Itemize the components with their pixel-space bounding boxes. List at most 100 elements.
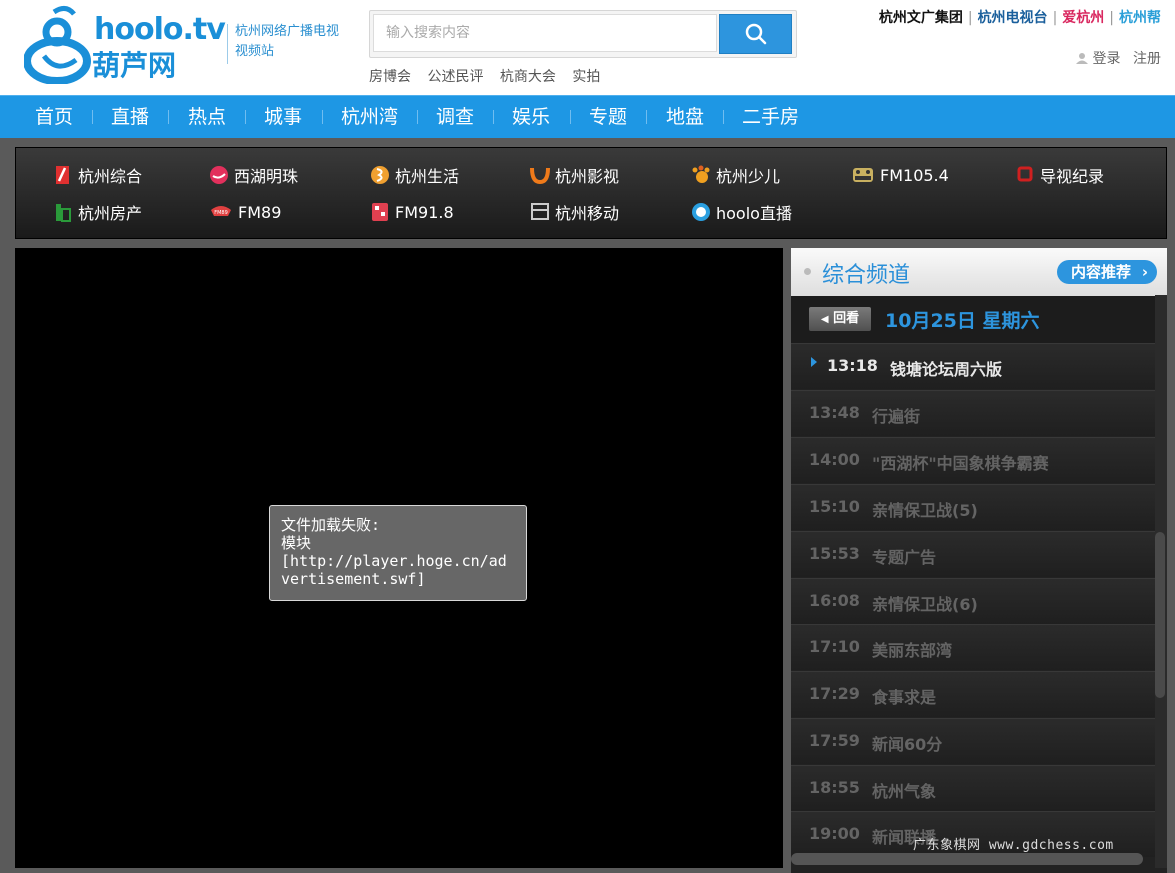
hot-link[interactable]: 公述民评 bbox=[427, 69, 483, 85]
logo-subtitle: 葫芦网 bbox=[92, 49, 177, 82]
hoolo-logo[interactable]: hoolo.tv 葫芦网 bbox=[23, 4, 226, 86]
xihu-logo-icon bbox=[210, 166, 228, 184]
nav-item-territory[interactable]: 地盘 bbox=[666, 96, 704, 139]
program-row[interactable]: 15:10 亲情保卫战(5) bbox=[791, 484, 1155, 530]
channel-label: 西湖明珠 bbox=[234, 167, 299, 186]
channel-shaoer[interactable]: 杭州少儿 bbox=[691, 164, 780, 186]
hot-search-links: 房博会 公述民评 杭商大会 实拍 bbox=[369, 66, 612, 86]
hot-link[interactable]: 房博会 bbox=[369, 69, 411, 85]
recommend-label: 内容推荐 bbox=[1070, 263, 1131, 281]
program-time: 15:10 bbox=[809, 497, 860, 516]
watermark: 广东象棋网 www.gdchess.com bbox=[913, 838, 1114, 853]
program-row[interactable]: 17:59 新闻60分 bbox=[791, 718, 1155, 764]
program-row[interactable]: 17:29 食事求是 bbox=[791, 671, 1155, 717]
channel-fm1054[interactable]: FM105.4 bbox=[851, 164, 949, 186]
program-time: 19:00 bbox=[809, 824, 860, 843]
caret-left-icon: ◀ bbox=[820, 314, 829, 325]
login-link[interactable]: 登录 bbox=[1093, 51, 1121, 67]
channel-shenghuo[interactable]: 杭州生活 bbox=[370, 164, 459, 186]
site-description: 杭州网络广播电视视频站 bbox=[235, 24, 340, 59]
playing-indicator-icon bbox=[811, 357, 817, 367]
auth-links: 登录 注册 bbox=[1076, 48, 1161, 68]
channel-label: FM105.4 bbox=[880, 165, 949, 185]
group-link-hztv[interactable]: 杭州电视台 bbox=[978, 10, 1048, 26]
program-row[interactable]: 17:10 美丽东部湾 bbox=[791, 624, 1155, 670]
nav-divider bbox=[168, 110, 169, 124]
date-row: ◀ 回看 10月25日 星期六 bbox=[791, 296, 1167, 343]
chevron-right-icon: › bbox=[1141, 263, 1148, 281]
register-link[interactable]: 注册 bbox=[1133, 51, 1161, 67]
channel-fm918[interactable]: FM91.8 bbox=[370, 201, 454, 223]
channel-fangchan[interactable]: 杭州房产 bbox=[53, 201, 142, 223]
divider: | bbox=[1052, 10, 1058, 26]
nav-item-secondhand[interactable]: 二手房 bbox=[742, 96, 799, 139]
nav-item-home[interactable]: 首页 bbox=[35, 96, 73, 139]
replay-button[interactable]: ◀ 回看 bbox=[809, 307, 871, 331]
nav-item-hot[interactable]: 热点 bbox=[188, 96, 226, 139]
schedule-scrollbar-thumb[interactable] bbox=[1155, 532, 1165, 698]
nav-item-special[interactable]: 专题 bbox=[589, 96, 627, 139]
channel-xihu[interactable]: 西湖明珠 bbox=[209, 164, 298, 186]
program-name: 行遍街 bbox=[872, 407, 921, 426]
program-row[interactable]: 15:53 专题广告 bbox=[791, 531, 1155, 577]
program-row-current[interactable]: 13:18 钱塘论坛周六版 bbox=[791, 343, 1155, 389]
program-row[interactable]: 13:48 行遍街 bbox=[791, 390, 1155, 436]
program-row[interactable]: 16:08 亲情保卫战(6) bbox=[791, 578, 1155, 624]
channel-label: 杭州房产 bbox=[78, 204, 143, 223]
recommend-button[interactable]: 内容推荐 › bbox=[1056, 260, 1157, 284]
group-link-wenguang[interactable]: 杭州文广集团 bbox=[879, 10, 963, 26]
fm1054-logo-icon bbox=[853, 168, 873, 182]
hot-link[interactable]: 实拍 bbox=[572, 69, 600, 85]
search-input[interactable] bbox=[373, 14, 717, 52]
group-link-aihangzhou[interactable]: 爱杭州 bbox=[1062, 10, 1104, 26]
hot-link[interactable]: 杭商大会 bbox=[500, 69, 556, 85]
channel-label: 杭州影视 bbox=[555, 167, 620, 186]
nav-item-survey[interactable]: 调查 bbox=[436, 96, 474, 139]
channel-label: FM89 bbox=[238, 202, 282, 222]
program-row[interactable]: 14:00 "西湖杯"中国象棋争霸赛 bbox=[791, 437, 1155, 483]
nav-divider bbox=[322, 110, 323, 124]
bullet-icon bbox=[804, 268, 811, 275]
channel-bar: 杭州综合 西湖明珠 杭州生活 杭州影视 杭州少儿 FM105.4 导视纪录 杭州… bbox=[15, 147, 1167, 239]
nav-item-entertainment[interactable]: 娱乐 bbox=[512, 96, 550, 139]
channel-fm89[interactable]: FM89 FM89 bbox=[209, 201, 281, 223]
channel-yingshi[interactable]: 杭州影视 bbox=[530, 164, 619, 186]
main-nav: 首页 直播 热点 城事 杭州湾 调查 娱乐 专题 地盘 二手房 bbox=[0, 95, 1175, 138]
yingshi-logo-icon bbox=[530, 167, 550, 185]
channel-jilu[interactable]: 导视纪录 bbox=[1015, 164, 1104, 186]
search-icon bbox=[745, 23, 766, 45]
program-name: 食事求是 bbox=[872, 688, 937, 707]
program-row[interactable]: 18:55 杭州气象 bbox=[791, 765, 1155, 811]
program-time: 13:48 bbox=[809, 403, 860, 422]
nav-item-bay[interactable]: 杭州湾 bbox=[341, 96, 398, 139]
channel-yidong[interactable]: 杭州移动 bbox=[530, 201, 619, 223]
nav-divider bbox=[245, 110, 246, 124]
nav-divider bbox=[646, 110, 647, 124]
schedule-horizontal-scrollbar[interactable] bbox=[791, 853, 1143, 865]
group-link-hangzhoubang[interactable]: 杭州帮 bbox=[1119, 10, 1161, 26]
logo-text: hoolo.tv bbox=[94, 12, 226, 47]
program-time: 17:10 bbox=[809, 637, 860, 656]
shaoer-logo-icon bbox=[692, 165, 710, 183]
program-time: 18:55 bbox=[809, 778, 860, 797]
divider: | bbox=[1109, 10, 1114, 26]
channel-label: 杭州移动 bbox=[555, 204, 620, 223]
svg-text:FM89: FM89 bbox=[214, 210, 228, 216]
program-time: 17:59 bbox=[809, 731, 860, 750]
search-button[interactable] bbox=[719, 14, 792, 54]
program-name: 专题广告 bbox=[872, 548, 937, 567]
channel-zonghe[interactable]: 杭州综合 bbox=[53, 164, 142, 186]
channel-hoolo-live[interactable]: hoolo直播 bbox=[691, 201, 792, 223]
logo-divider bbox=[227, 24, 228, 64]
nav-divider bbox=[570, 110, 571, 124]
nav-item-city[interactable]: 城事 bbox=[264, 96, 302, 139]
shenghuo-logo-icon bbox=[371, 166, 389, 184]
nav-item-live[interactable]: 直播 bbox=[111, 96, 149, 139]
channel-title: 综合频道 bbox=[822, 263, 911, 288]
program-time: 15:53 bbox=[809, 544, 860, 563]
program-time: 17:29 bbox=[809, 684, 860, 703]
channel-label: 导视纪录 bbox=[1040, 167, 1105, 186]
program-name: 钱塘论坛周六版 bbox=[890, 360, 1003, 379]
channel-label: 杭州少儿 bbox=[716, 167, 781, 186]
error-text: 文件加载失败: 模块 [http://player.hoge.cn/advert… bbox=[281, 516, 507, 588]
